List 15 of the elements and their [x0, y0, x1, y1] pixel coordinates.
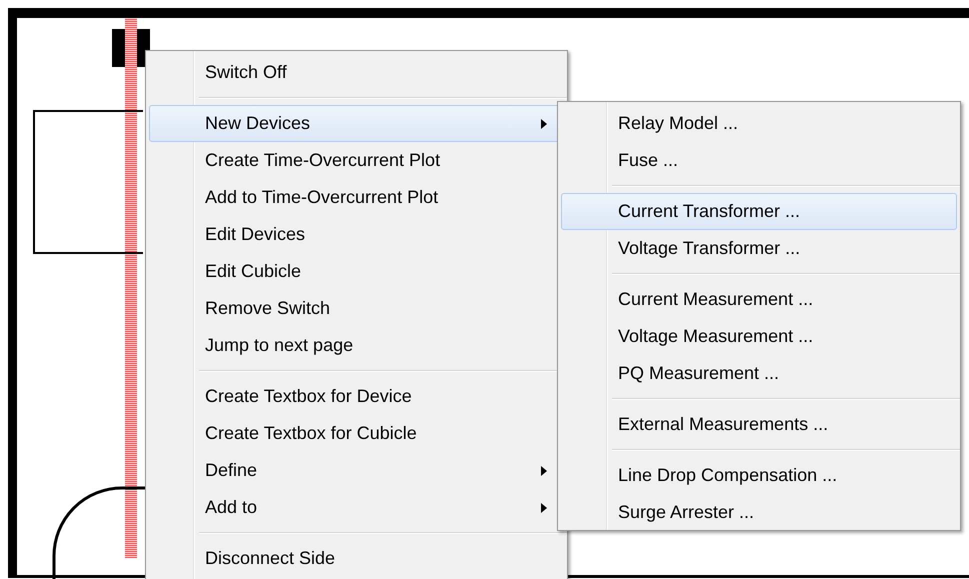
menu-item[interactable]: Line Drop Compensation ...	[561, 457, 957, 494]
menu-item[interactable]: Voltage Transformer ...	[561, 230, 957, 267]
menu-item[interactable]: PQ Measurement ...	[561, 355, 957, 392]
submenu-arrow-icon	[541, 502, 547, 512]
menu-item[interactable]: Voltage Measurement ...	[561, 318, 957, 355]
menu-item[interactable]: Switch Off	[149, 54, 564, 91]
submenu-arrow-icon	[541, 466, 547, 476]
submenu-arrow-icon	[541, 118, 547, 128]
menu-item[interactable]: Fuse ...	[561, 142, 957, 179]
menu-item[interactable]: Surge Arrester ...	[561, 494, 957, 531]
menu-item[interactable]: Current Measurement ...	[561, 281, 957, 318]
menu-item[interactable]: Relay Model ...	[561, 105, 957, 142]
menu-item[interactable]: External Measurements ...	[561, 406, 957, 443]
menu-item[interactable]: Disconnect Side	[149, 540, 564, 577]
menu-item[interactable]: Current Transformer ...	[561, 193, 957, 230]
